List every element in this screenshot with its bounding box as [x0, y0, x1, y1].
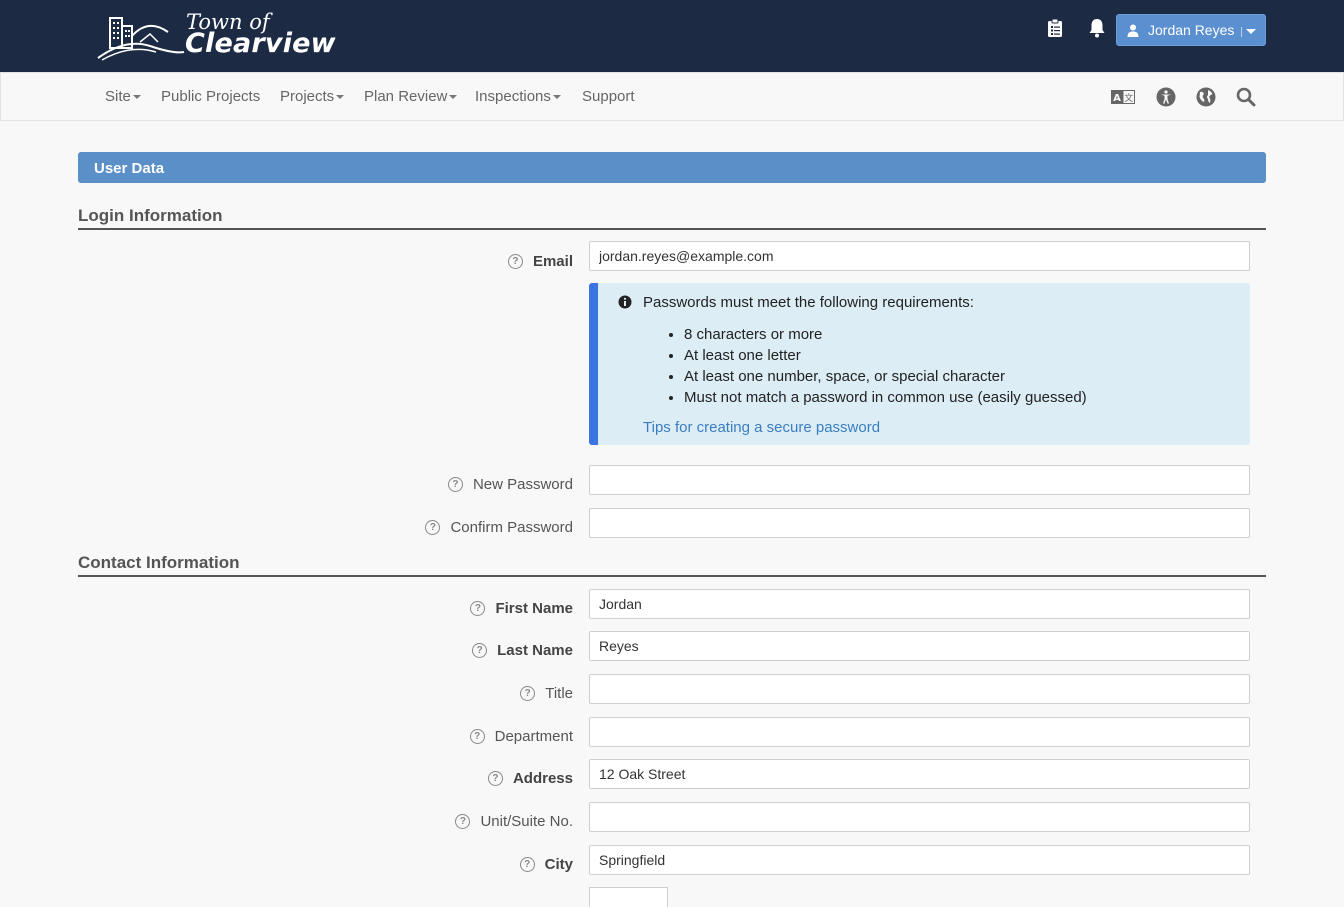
department-field[interactable] — [589, 717, 1250, 747]
first-name-label: ? First Name — [470, 600, 573, 617]
title-label: ? Title — [520, 685, 573, 702]
nav-public-projects[interactable]: Public Projects — [161, 88, 260, 105]
help-icon[interactable]: ? — [507, 254, 523, 269]
top-header: Town of Clearview Jordan Reyes — [0, 0, 1344, 72]
help-icon[interactable]: ? — [469, 729, 485, 744]
department-label-text: Department — [494, 728, 573, 745]
last-name-label: ? Last Name — [472, 642, 573, 659]
nav-site-label: Site — [105, 88, 131, 105]
svg-text:文: 文 — [1124, 92, 1133, 104]
address-label: ? Address — [487, 770, 573, 787]
help-icon[interactable]: ? — [487, 771, 503, 786]
first-name-field[interactable] — [589, 589, 1250, 619]
unit-suite-field[interactable] — [589, 802, 1250, 832]
password-requirements-alert: Passwords must meet the following requir… — [589, 283, 1250, 445]
user-data-panel-heading: User Data — [78, 152, 1266, 183]
title-field[interactable] — [589, 674, 1250, 704]
list-item: At least one number, space, or special c… — [684, 366, 1087, 387]
help-icon[interactable]: ? — [447, 477, 463, 492]
email-label-text: Email — [532, 253, 573, 270]
nav-projects-label: Projects — [280, 88, 335, 105]
new-password-label: ? New Password — [447, 476, 573, 493]
svg-text:A: A — [1113, 93, 1121, 104]
help-icon[interactable]: ? — [470, 601, 486, 616]
town-logo[interactable]: Town of Clearview — [96, 10, 336, 64]
translate-icon[interactable]: A 文 — [1111, 86, 1135, 108]
user-menu-button[interactable]: Jordan Reyes — [1116, 14, 1266, 46]
nav-plan-review[interactable]: Plan Review — [364, 88, 458, 105]
address-field[interactable] — [589, 759, 1250, 789]
city-field[interactable] — [589, 845, 1250, 875]
user-icon — [1127, 24, 1139, 37]
nav-inspections-label: Inspections — [475, 88, 551, 105]
nav-support-label: Support — [582, 88, 635, 105]
city-label: ? City — [519, 856, 573, 873]
info-icon — [618, 295, 632, 314]
new-password-label-text: New Password — [472, 476, 573, 493]
new-password-field[interactable] — [589, 465, 1250, 495]
nav-public-projects-label: Public Projects — [161, 88, 261, 105]
email-label: ? Email — [507, 253, 573, 270]
chevron-down-icon[interactable] — [1246, 29, 1256, 34]
user-menu-separator — [1241, 27, 1242, 37]
help-icon[interactable]: ? — [472, 643, 488, 658]
bell-icon[interactable] — [1085, 16, 1109, 40]
last-name-label-text: Last Name — [497, 642, 573, 659]
unit-suite-label: ? Unit/Suite No. — [455, 813, 573, 830]
logo-city-text: Clearview — [185, 28, 336, 59]
login-section-title: Login Information — [78, 206, 1266, 230]
password-requirements-message: Passwords must meet the following requir… — [643, 294, 974, 311]
department-label: ? Department — [469, 728, 573, 745]
help-icon[interactable]: ? — [520, 686, 536, 701]
email-field[interactable] — [589, 241, 1250, 271]
nav-site[interactable]: Site — [105, 88, 141, 105]
list-item: 8 characters or more — [684, 324, 1087, 345]
caret-down-icon — [552, 95, 561, 100]
caret-down-icon — [132, 95, 141, 100]
confirm-password-label-text: Confirm Password — [450, 519, 573, 536]
last-name-field[interactable] — [589, 631, 1250, 661]
caret-down-icon — [449, 95, 458, 100]
first-name-label-text: First Name — [495, 600, 573, 617]
list-item: Must not match a password in common use … — [684, 387, 1087, 408]
confirm-password-label: ? Confirm Password — [425, 519, 573, 536]
search-icon[interactable] — [1234, 86, 1258, 108]
clipboard-icon[interactable] — [1043, 16, 1067, 40]
title-label-text: Title — [545, 685, 573, 702]
nav-inspections[interactable]: Inspections — [475, 88, 561, 105]
state-field[interactable] — [589, 887, 668, 907]
nav-projects[interactable]: Projects — [280, 88, 345, 105]
address-label-text: Address — [512, 770, 573, 787]
contact-section-title: Contact Information — [78, 553, 1266, 577]
accessibility-icon[interactable] — [1154, 86, 1178, 108]
password-tips-link[interactable]: Tips for creating a secure password — [643, 419, 880, 436]
caret-down-icon — [336, 95, 345, 100]
globe-icon[interactable] — [1194, 86, 1218, 108]
help-icon[interactable]: ? — [519, 857, 535, 872]
unit-suite-label-text: Unit/Suite No. — [480, 813, 573, 830]
user-name: Jordan Reyes — [1148, 22, 1235, 38]
nav-support[interactable]: Support — [582, 88, 635, 105]
help-icon[interactable]: ? — [455, 814, 471, 829]
password-requirements-list: 8 characters or more At least one letter… — [684, 324, 1087, 408]
main-navbar: Site Public Projects Projects Plan Revie… — [0, 72, 1344, 121]
city-label-text: City — [544, 856, 573, 873]
help-icon[interactable]: ? — [425, 520, 441, 535]
skyline-icon — [97, 17, 185, 61]
confirm-password-field[interactable] — [589, 508, 1250, 538]
list-item: At least one letter — [684, 345, 1087, 366]
nav-plan-review-label: Plan Review — [364, 88, 448, 105]
